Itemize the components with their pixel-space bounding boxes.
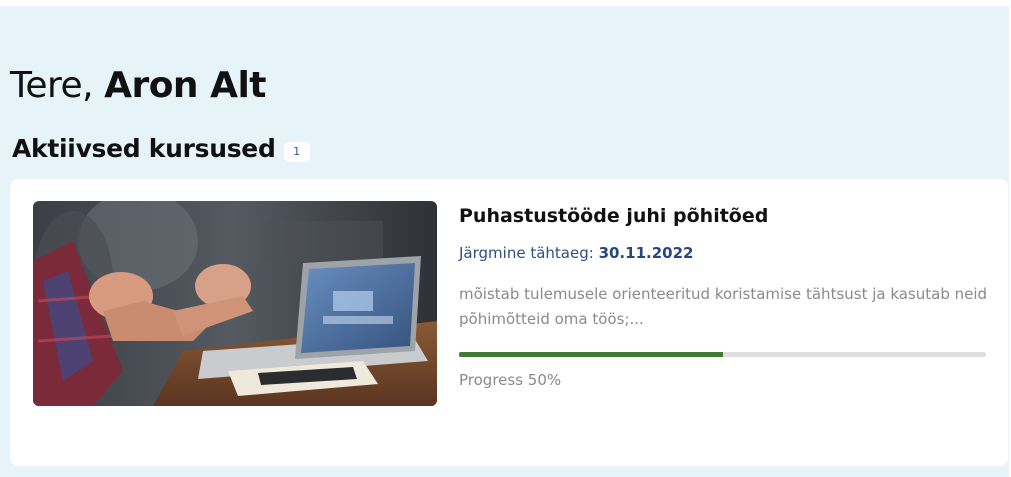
course-title[interactable]: Puhastustööde juhi põhitõed — [459, 201, 987, 231]
course-card[interactable]: Puhastustööde juhi põhitõed Järgmine täh… — [10, 179, 1008, 466]
user-name: Aron Alt — [104, 65, 266, 106]
course-thumbnail[interactable] — [33, 201, 437, 406]
active-courses-header: Aktiivsed kursused 1 — [12, 132, 310, 166]
section-title: Aktiivsed kursused — [12, 134, 276, 163]
course-image — [33, 201, 437, 406]
progress-fill — [459, 352, 723, 357]
page: Tere, Aron Alt Aktiivsed kursused 1 Puha… — [0, 0, 1011, 477]
course-description: mõistab tulemusele orienteeritud korista… — [459, 285, 988, 328]
deadline-date: 30.11.2022 — [598, 244, 694, 262]
greeting-prefix: Tere, — [10, 65, 94, 106]
progress-label: Progress 50% — [459, 371, 562, 389]
deadline: Järgmine tähtaeg: 30.11.2022 — [459, 242, 987, 264]
deadline-label: Järgmine tähtaeg: — [459, 244, 594, 262]
course-count-badge: 1 — [283, 142, 310, 162]
progress-bar — [459, 352, 986, 357]
greeting-heading: Tere, Aron Alt — [10, 62, 266, 110]
course-info: Puhastustööde juhi põhitõed Järgmine täh… — [459, 201, 987, 391]
